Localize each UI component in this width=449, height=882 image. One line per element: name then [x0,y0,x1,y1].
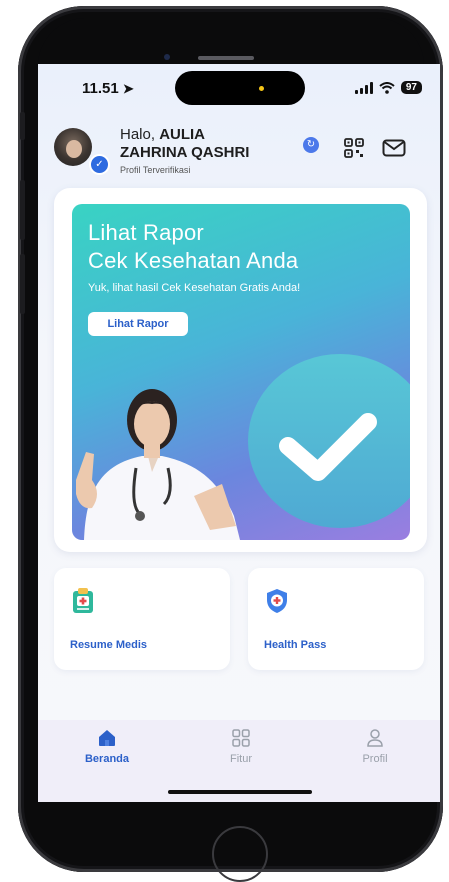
tab-profil[interactable]: Profil [330,728,420,765]
greeting-prefix: Halo, [120,126,160,143]
view-report-button[interactable]: Lihat Rapor [88,312,188,336]
location-arrow-icon: ➤ [122,81,134,96]
front-camera [164,54,170,60]
avatar-face [66,140,82,158]
island-indicator-dot [259,86,264,91]
user-first-name: AULIA [159,126,206,143]
tab-fitur[interactable]: Fitur [196,728,286,765]
feature-card-health-pass[interactable]: Health Pass [248,568,424,670]
banner-card: Lihat Rapor Cek Kesehatan Anda Yuk, liha… [54,188,427,552]
feature-card-resume-medis[interactable]: Resume Medis [54,568,230,670]
person-icon [367,729,383,747]
banner-subtitle: Yuk, lihat hasil Cek Kesehatan Gratis An… [88,282,301,294]
verified-badge-icon: ✓ [89,154,110,175]
mute-switch [20,112,25,140]
checkmark-circle-icon [248,354,410,528]
banner-title-line1: Lihat Rapor [88,220,204,245]
doctor-illustration [76,389,240,540]
home-indicator[interactable] [168,790,312,794]
dynamic-island [175,71,305,105]
tab-label-beranda: Beranda [84,753,130,765]
feature-label-resume-medis: Resume Medis [70,639,148,651]
verified-label: Profil Terverifikasi [120,165,191,175]
status-time: 11.51 ➤ [82,80,134,97]
banner-title-line2: Cek Kesehatan Anda [88,248,299,273]
user-last-name: ZAHRINA QASHRI [120,144,250,161]
battery-icon: 97 [400,81,422,94]
sync-icon[interactable]: ↻ [303,137,319,153]
shield-medical-icon [267,589,287,613]
volume-down-button [20,254,25,314]
home-icon [99,730,115,746]
grid-icon [232,729,250,747]
tab-label-fitur: Fitur [230,753,252,765]
greeting: Halo, AULIA [120,126,205,144]
tab-beranda[interactable]: Beranda [62,728,152,765]
signal-icon [354,81,373,94]
status-time-text: 11.51 [82,80,119,97]
qr-code-icon[interactable] [343,137,365,159]
avatar[interactable] [54,128,92,166]
home-button-outline [212,826,268,882]
health-report-banner[interactable]: Lihat Rapor Cek Kesehatan Anda Yuk, liha… [72,204,410,540]
earpiece-speaker [198,56,254,60]
status-icons: 97 [354,81,422,94]
volume-up-button [20,180,25,240]
app-screen: 11.51 ➤ 97 ✓ Halo, AULIA ZAHRINA QASHRI … [38,64,440,802]
tab-label-profil: Profil [362,753,388,765]
mail-icon[interactable] [382,139,406,157]
wifi-icon [379,81,395,94]
clipboard-medical-icon [73,588,93,613]
feature-label-health-pass: Health Pass [264,639,327,651]
